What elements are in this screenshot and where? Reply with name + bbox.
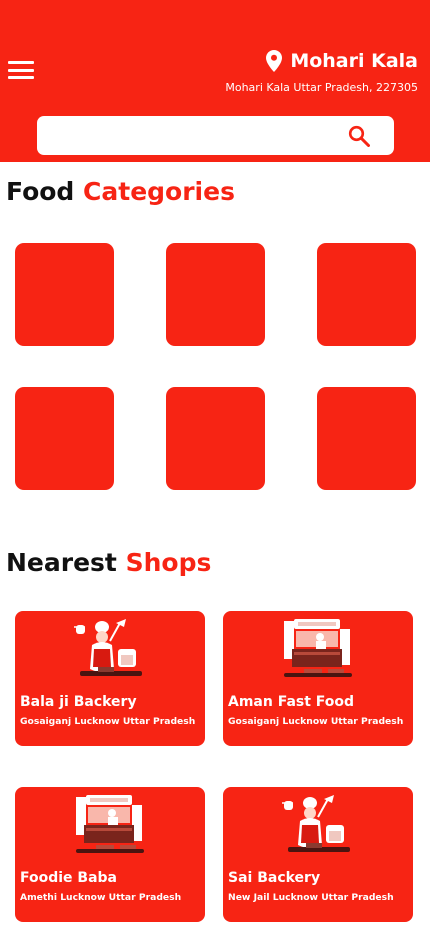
shop-name: Foodie Baba bbox=[20, 870, 118, 886]
chef-bakery-illustration bbox=[74, 619, 142, 676]
food-categories-heading: Food Categories bbox=[6, 177, 235, 206]
shop-name: Aman Fast Food bbox=[228, 694, 355, 710]
food-categories-heading-accent: Categories bbox=[83, 177, 235, 206]
category-tile[interactable] bbox=[317, 387, 416, 490]
food-stall-illustration bbox=[76, 795, 144, 853]
food-categories-heading-plain: Food bbox=[6, 177, 75, 206]
shop-card[interactable]: Bala ji Backery Gosaiganj Lucknow Uttar … bbox=[15, 611, 205, 746]
location-title: Mohari Kala bbox=[290, 50, 418, 72]
hamburger-menu-icon[interactable] bbox=[8, 61, 34, 79]
search-input[interactable] bbox=[37, 116, 394, 155]
shop-name: Sai Backery bbox=[228, 870, 321, 886]
search-icon[interactable] bbox=[348, 125, 370, 147]
location-subtitle: Mohari Kala Uttar Pradesh, 227305 bbox=[225, 81, 418, 94]
shop-card[interactable]: Sai Backery New Jail Lucknow Uttar Prade… bbox=[223, 787, 413, 922]
shop-address: Gosaiganj Lucknow Uttar Pradesh bbox=[20, 716, 196, 727]
shop-card[interactable]: Foodie Baba Amethi Lucknow Uttar Pradesh bbox=[15, 787, 205, 922]
shop-address: Gosaiganj Lucknow Uttar Pradesh bbox=[228, 716, 404, 727]
category-tile[interactable] bbox=[15, 243, 114, 346]
chef-bakery-illustration bbox=[282, 795, 350, 852]
map-pin-icon bbox=[266, 50, 283, 72]
location-selector[interactable]: Mohari Kala bbox=[266, 50, 418, 72]
shop-address: New Jail Lucknow Uttar Pradesh bbox=[228, 892, 394, 903]
shop-card[interactable]: Aman Fast Food Gosaiganj Lucknow Uttar P… bbox=[223, 611, 413, 746]
category-tile[interactable] bbox=[166, 243, 265, 346]
category-tile[interactable] bbox=[15, 387, 114, 490]
category-tile[interactable] bbox=[166, 387, 265, 490]
food-stall-illustration bbox=[284, 619, 352, 677]
nearest-shops-heading: Nearest Shops bbox=[6, 548, 211, 577]
nearest-shops-heading-accent: Shops bbox=[125, 548, 212, 577]
shop-name: Bala ji Backery bbox=[20, 694, 137, 710]
nearest-shops-heading-plain: Nearest bbox=[6, 548, 117, 577]
shop-address: Amethi Lucknow Uttar Pradesh bbox=[20, 892, 182, 903]
category-tile[interactable] bbox=[317, 243, 416, 346]
